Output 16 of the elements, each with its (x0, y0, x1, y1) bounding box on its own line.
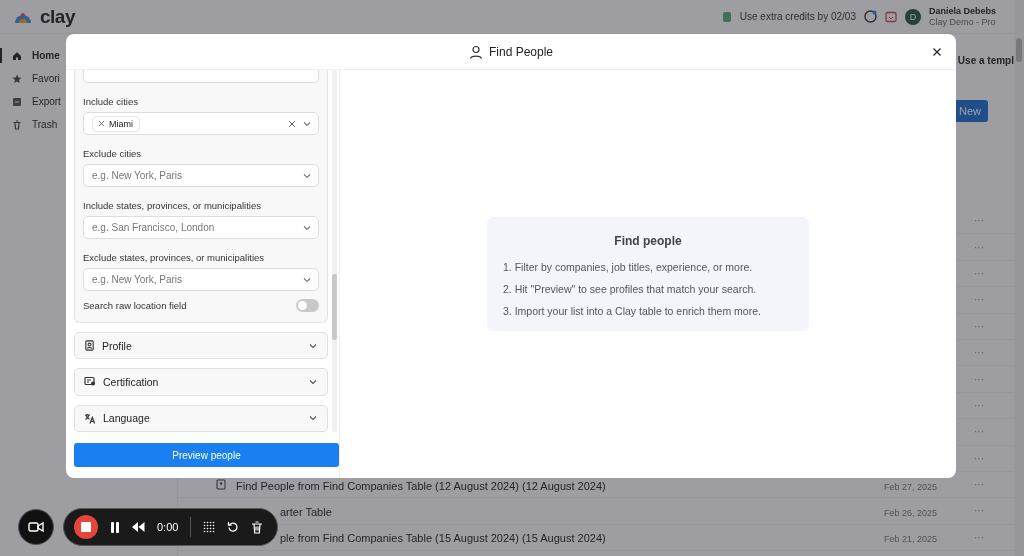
user-name: Daniela Debebs (928, 5, 996, 17)
instruction-step: 1. Filter by companies, job titles, experience, or more. (503, 261, 809, 273)
table-date: Feb 27, 2025 (884, 481, 938, 492)
table-date: Feb 21, 2025 (884, 534, 938, 545)
field-label: Include cities (83, 96, 139, 107)
table-date: Feb 26, 2025 (884, 508, 938, 518)
field-label: Exclude cities (83, 148, 143, 159)
workspace-plan: Clay Demo - Pro (928, 16, 996, 28)
field-label: Exclude states, provinces, or municipalities (83, 252, 266, 263)
recording-time: 0:00 (157, 521, 179, 533)
info-title: Find people (613, 234, 683, 248)
instruction-step: 2. Hit "Preview" to see profiles that match your search. (503, 283, 809, 295)
instruction-step: 3. Import your list into a Clay table to enrich them more. (503, 305, 809, 317)
toggle-label: Search raw location field (83, 300, 187, 311)
dialog-title: Find People (488, 44, 553, 59)
field-label: Include states, provinces, or municipalities (83, 200, 262, 211)
